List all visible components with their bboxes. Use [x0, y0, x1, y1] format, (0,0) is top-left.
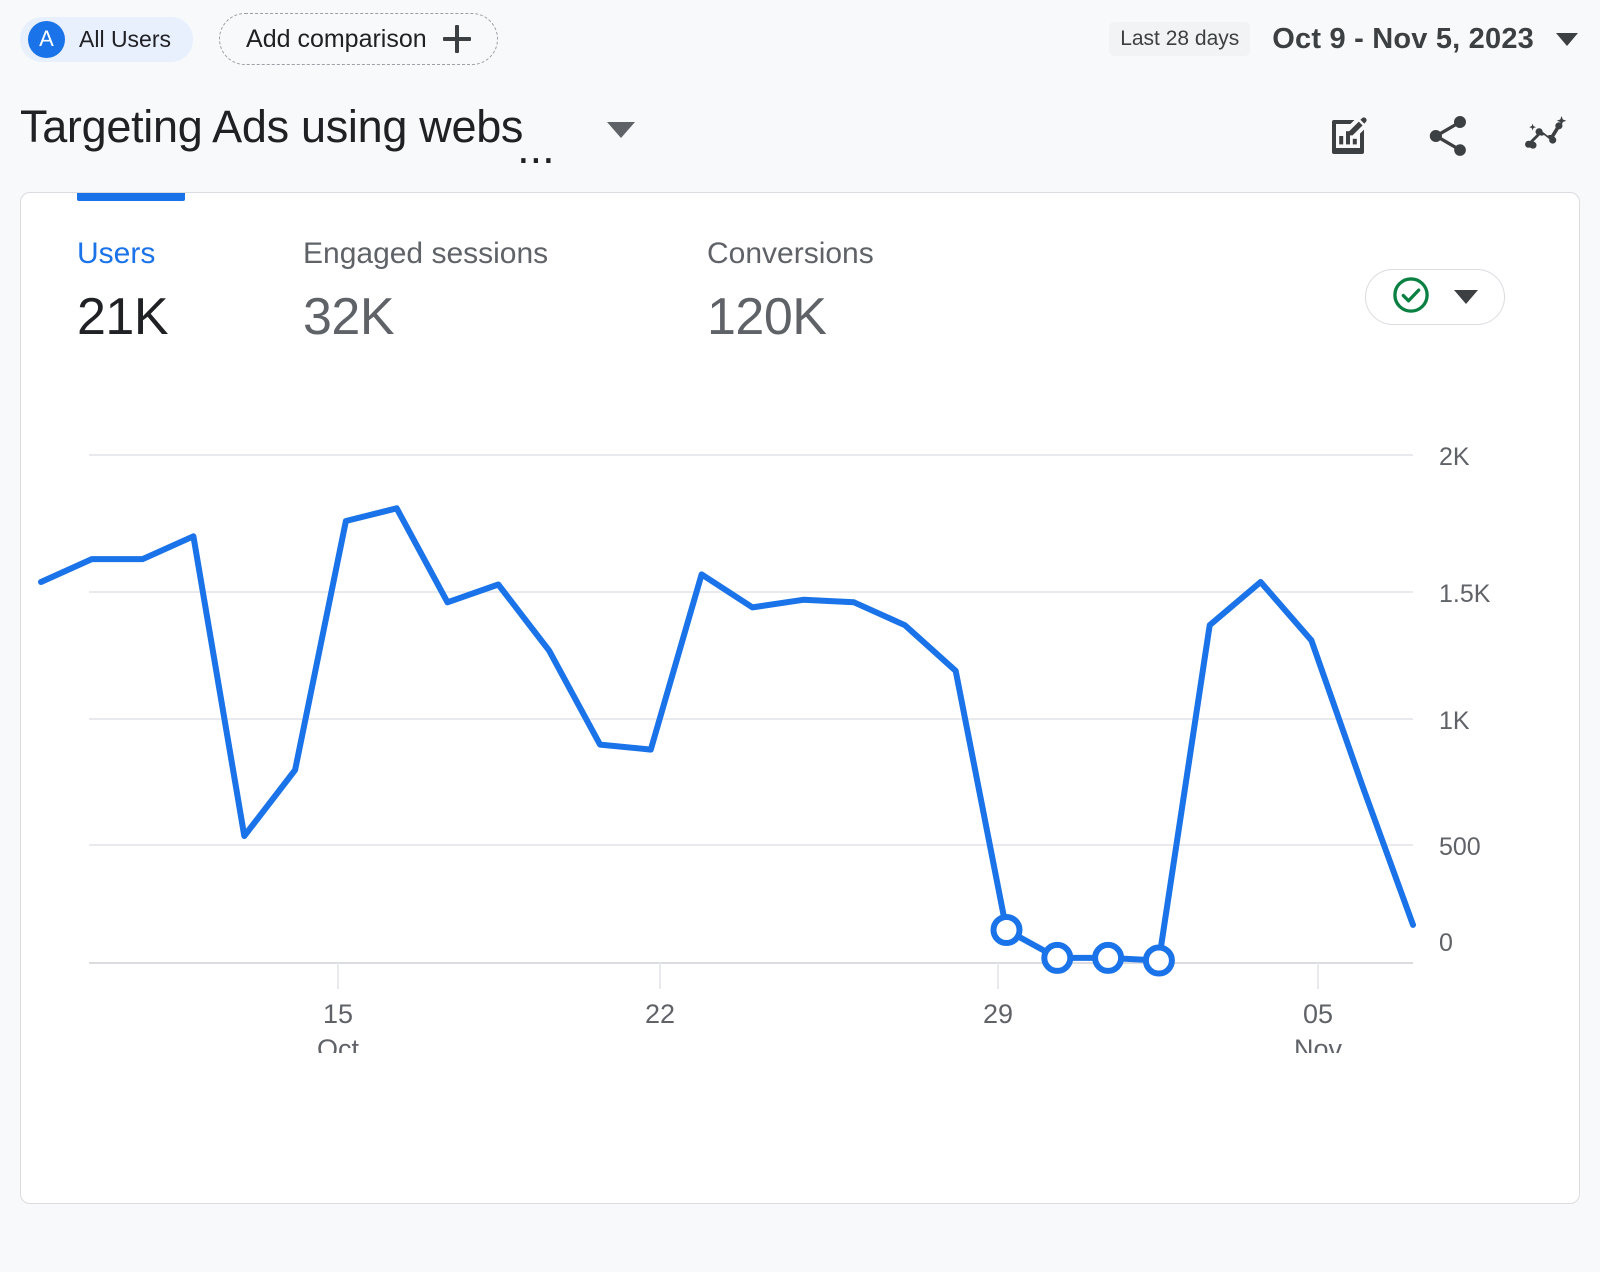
- series-point-marker[interactable]: [1146, 948, 1172, 974]
- page-title: Targeting Ads using webs: [20, 100, 523, 154]
- chevron-down-icon[interactable]: [1556, 33, 1578, 46]
- chart-svg[interactable]: 2K 1.5K 1K 500 0 15 Oct 22 29 05 Nov: [21, 433, 1580, 1053]
- chevron-down-icon[interactable]: [1454, 290, 1478, 304]
- chart-y-axis-labels: 2K 1.5K 1K 500 0: [1439, 443, 1491, 957]
- page-header: Targeting Ads using webs ...: [0, 78, 1600, 174]
- page-title-chevron-down-icon[interactable]: [607, 122, 635, 138]
- add-comparison-label: Add comparison: [246, 25, 427, 54]
- svg-text:Oct: Oct: [317, 1034, 360, 1053]
- edit-report-icon[interactable]: [1322, 110, 1374, 162]
- series-point-marker[interactable]: [1095, 945, 1121, 971]
- tab-conversions-value: 120K: [707, 287, 874, 347]
- tab-engaged-sessions-label: Engaged sessions: [303, 237, 707, 271]
- svg-text:1.5K: 1.5K: [1439, 580, 1491, 608]
- tab-users[interactable]: Users 21K: [77, 193, 303, 347]
- svg-text:2K: 2K: [1439, 443, 1470, 471]
- insights-icon[interactable]: [1522, 110, 1574, 162]
- audience-chip-label: All Users: [79, 26, 171, 53]
- tab-engaged-sessions[interactable]: Engaged sessions 32K: [303, 193, 707, 347]
- date-range-label: Oct 9 - Nov 5, 2023: [1272, 23, 1534, 56]
- chart-x-axis-ticks: 15 Oct 22 29 05 Nov: [317, 963, 1343, 1053]
- svg-text:500: 500: [1439, 833, 1481, 861]
- top-bar: A All Users Add comparison Last 28 days …: [0, 0, 1600, 78]
- plus-icon: [443, 25, 471, 53]
- date-preset-badge: Last 28 days: [1109, 22, 1250, 56]
- date-range-selector[interactable]: Last 28 days Oct 9 - Nov 5, 2023: [1109, 22, 1578, 56]
- svg-text:22: 22: [645, 999, 675, 1029]
- tab-conversions[interactable]: Conversions 120K: [707, 193, 874, 347]
- audience-chip-all-users[interactable]: A All Users: [20, 17, 193, 62]
- users-series-line: [41, 508, 1413, 960]
- svg-text:0: 0: [1439, 929, 1453, 957]
- svg-text:1K: 1K: [1439, 707, 1470, 735]
- metric-tabs: Users 21K Engaged sessions 32K Conversio…: [21, 193, 1579, 347]
- header-actions: [1322, 110, 1574, 162]
- tab-conversions-label: Conversions: [707, 237, 874, 271]
- report-card: Users 21K Engaged sessions 32K Conversio…: [20, 192, 1580, 1204]
- tab-engaged-sessions-value: 32K: [303, 287, 707, 347]
- series-point-marker[interactable]: [1044, 945, 1070, 971]
- share-icon[interactable]: [1422, 110, 1474, 162]
- series-point-marker[interactable]: [994, 917, 1020, 943]
- conversion-status-selector[interactable]: [1365, 269, 1505, 325]
- users-trend-chart: 2K 1.5K 1K 500 0 15 Oct 22 29 05 Nov: [21, 433, 1579, 1053]
- svg-text:Nov: Nov: [1294, 1034, 1343, 1053]
- page-title-ellipsis: ...: [517, 122, 555, 174]
- chart-gridlines: [89, 455, 1413, 963]
- avatar: A: [28, 21, 65, 58]
- tab-users-label: Users: [77, 237, 303, 271]
- svg-text:29: 29: [983, 999, 1013, 1029]
- svg-text:05: 05: [1303, 999, 1333, 1029]
- check-circle-icon: [1390, 274, 1432, 321]
- tab-users-value: 21K: [77, 287, 303, 347]
- users-series-markers: [994, 917, 1172, 974]
- svg-text:15: 15: [323, 999, 353, 1029]
- add-comparison-button[interactable]: Add comparison: [219, 13, 498, 65]
